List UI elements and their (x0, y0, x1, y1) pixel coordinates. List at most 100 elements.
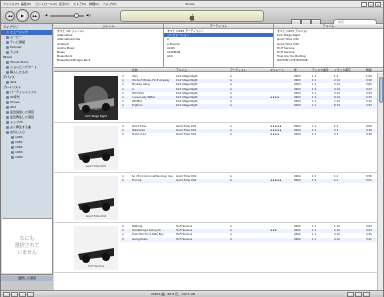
artist-list: すべて (1293 アーティスト) コンピレーション A A Bnome ACDC ACI… (164, 29, 273, 58)
sidebar-item-icon (6, 105, 9, 109)
track-disc: 1 1 (312, 179, 317, 183)
menu-help[interactable]: ヘルプ(H) (103, 2, 117, 6)
sidebar-item-icon (6, 70, 9, 74)
album-group: Kick Stage Night ☑ Intro Kick Stage Night A 2… (54, 73, 383, 123)
sidebar-item-label: 1981 (15, 140, 23, 144)
album-browser: アルバム すべて (1675 アルバム) Kick Stage Night Good… (274, 24, 383, 67)
sidebar-item-label: よく再生する曲 (10, 125, 32, 129)
previous-button[interactable]: ◀◀ (5, 11, 15, 21)
scrollbar-thumb[interactable] (379, 77, 383, 103)
album-group: Hi-Fi Serious ☑ Nothing Hi-Fi Serious A 2002 1… (54, 223, 383, 273)
genre-browser: ジャンル すべて (45 ジャンル) Alternative Alternative… (54, 24, 164, 67)
track-disc: 1 1 (312, 133, 317, 137)
track-row[interactable]: ☑ Going Down Hi-Fi Serious A 2002 1 14 12 3:21 (120, 237, 383, 242)
sidebar-item-icon (6, 125, 9, 129)
maximize-button[interactable]: □ (368, 2, 374, 7)
main-pane: ジャンル すべて (45 ジャンル) Alternative Alternative… (54, 24, 383, 290)
artwork-placeholder-line: 選択されて (14, 243, 40, 249)
track-album: Good Time CD2 (176, 179, 197, 183)
menu-controls[interactable]: コントロール(C) (35, 2, 57, 6)
browser-item[interactable]: ROCKIN' LIVE BOOGIE (274, 58, 383, 62)
sidebar-item-icon (11, 135, 14, 139)
add-playlist-button[interactable] (3, 292, 10, 297)
menu-edit[interactable]: 編集(E) (21, 2, 31, 6)
sidebar-item-label: 最近追加した項目 (10, 110, 35, 114)
shuffle-button[interactable] (11, 292, 18, 297)
album-list: すべて (1675 アルバム) Kick Stage Night Good Time… (274, 29, 383, 63)
sidebar-item-label: iTunes (10, 100, 20, 104)
equalizer-button[interactable] (347, 292, 354, 297)
sidebar-item-label: ムービー (10, 35, 23, 39)
track-album: Kick Stage Night (176, 104, 198, 108)
track-name: Foghorn (132, 104, 143, 108)
repeat-button[interactable] (19, 292, 26, 297)
sidebar-item-label: 最近再生した項目 (10, 115, 35, 119)
album-group: Good Time CD2 ☑ So I find out on white Ara… (54, 173, 383, 223)
sidebar-item-label: トップ25 (10, 120, 23, 124)
sidebar-item-label: 1980 (15, 135, 23, 139)
track-checkbox[interactable]: ☑ (122, 104, 124, 108)
visualizer-button[interactable] (355, 292, 362, 297)
track-row[interactable]: ☑ Foghorn Kick Stage Night A 2003 1 18 14 3:23 (120, 104, 383, 109)
track-artist: A (230, 133, 232, 137)
album-artwork[interactable]: Good Time CD2 (74, 176, 118, 220)
track-checkbox[interactable]: ☑ (122, 238, 124, 242)
play-button[interactable]: ▶ (16, 9, 29, 22)
scrollbar[interactable] (377, 73, 383, 290)
minimize-button[interactable]: _ (361, 2, 367, 7)
sidebar-item-icon (6, 35, 9, 39)
menu-advanced[interactable]: 詳細(A) (89, 2, 99, 6)
close-button[interactable]: × (375, 2, 381, 7)
sidebar-item-icon (6, 30, 9, 34)
track-checkbox[interactable]: ☑ (122, 133, 124, 137)
sidebar-item-label: ラジオ (10, 50, 19, 54)
track-track: 2 2 (334, 179, 339, 183)
show-artwork-button[interactable] (27, 292, 34, 297)
eject-button[interactable] (363, 292, 370, 297)
sidebar-item-label: 購入したもの (10, 70, 29, 74)
sidebar-item-icon (6, 60, 9, 64)
album-artwork[interactable]: Hi-Fi Serious (74, 226, 118, 270)
sidebar-item-label: ミュージック (10, 30, 28, 34)
menu-view[interactable]: 表示(V) (59, 2, 69, 6)
browser-item[interactable]: ACO (164, 54, 273, 58)
album-artwork-label: Good Time CD1 (85, 165, 107, 168)
sidebar-item-icon (6, 110, 9, 114)
track-album: Good Time CD1 (176, 133, 197, 137)
track-track: 3 3 (334, 133, 339, 137)
sidebar-item-label: iPod (10, 105, 17, 109)
menu-store[interactable]: ストア(S) (73, 2, 86, 6)
browser-item[interactable]: Blues/Rock/Boogie Rock (54, 58, 163, 62)
column-header: 名前 アルバム アーティスト マイレート 年 ディスク番号 トラック番号 時間 (54, 67, 383, 72)
album-artwork-label: Kick Stage Night (85, 115, 107, 118)
sidebar-item-label: ショッピングカート (10, 65, 38, 69)
volume-low-icon: ◀ (45, 13, 48, 17)
selected-item-label[interactable]: 選択した項目 (1, 276, 53, 281)
album-artwork[interactable]: Kick Stage Night (74, 76, 118, 120)
sidebar-item-icon (11, 145, 14, 149)
volume-high-icon: ◀)) (86, 13, 91, 17)
sidebar-item-label: Podcast (10, 45, 22, 49)
track-checkbox[interactable]: ☑ (122, 179, 124, 183)
window-title: iTunes (185, 2, 195, 6)
sidebar-item-icon (6, 45, 9, 49)
sidebar-item-icon (11, 150, 14, 154)
menu-file[interactable]: ファイル(F) (3, 2, 19, 6)
track-year: 2003 (294, 104, 301, 108)
sidebar-item-label: 90年代 (10, 95, 20, 99)
track-track: 8 14 (334, 104, 340, 108)
next-button[interactable]: ▶▶ (30, 11, 40, 21)
track-disc: 1 1 (312, 104, 317, 108)
artwork-placeholder: なにも 選択されて いません (2, 236, 52, 257)
sidebar-item[interactable]: 1984 (1, 155, 52, 160)
volume-slider[interactable] (50, 13, 84, 18)
track-row[interactable]: ☑ N.O.C.C.A.I Good Time CD1 A ★★★★ 2004 1 1 3 3… (120, 133, 383, 137)
album-artwork[interactable]: Good Time CD1 (74, 126, 118, 170)
track-row[interactable]: ☑ Foll out Good Time CD2 A ★★★★★ 2004 1 12 2 3:… (120, 179, 383, 184)
artwork-viewer: なにも 選択されて いません (2, 218, 52, 273)
sidebar-item-label: パーティシャッフル (10, 90, 37, 94)
track-year: 2004 (294, 133, 301, 137)
volume-knob[interactable] (74, 13, 79, 18)
track-year: 2004 (294, 179, 301, 183)
track-disc: 1 1 (312, 237, 317, 241)
